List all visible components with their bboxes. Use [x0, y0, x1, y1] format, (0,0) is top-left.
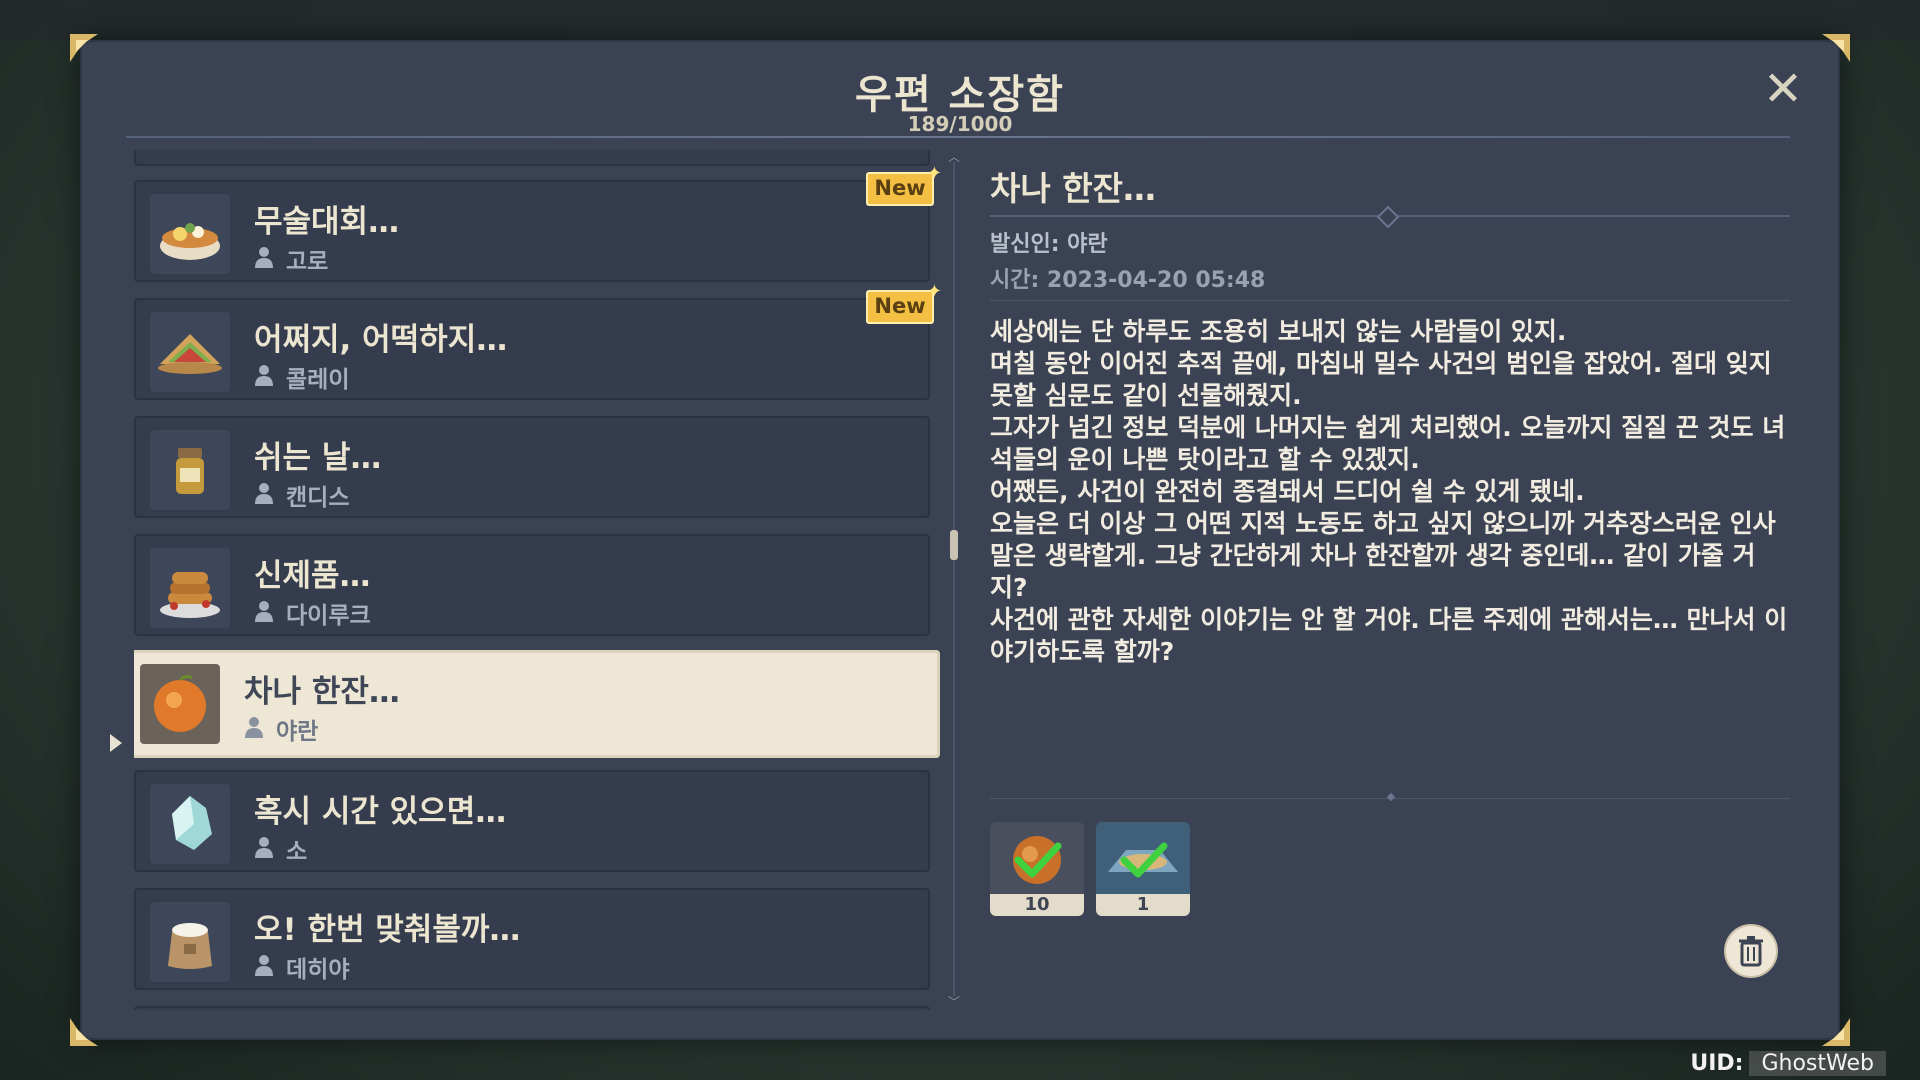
new-badge: New [866, 278, 942, 324]
list-item-selected[interactable]: 차나 한잔… 야란 [134, 650, 940, 758]
mail-count: 189/1000 [907, 112, 1013, 136]
detail-title: 차나 한잔… [990, 169, 1156, 208]
scroll-thumb[interactable] [950, 530, 958, 560]
list-item[interactable]: 혹시 시간 있으면… 소 [134, 770, 930, 872]
corner-ornament-icon [1818, 30, 1854, 66]
selection-arrow-icon [110, 734, 122, 752]
close-button[interactable]: ✕ [1758, 64, 1808, 114]
person-icon [245, 717, 263, 738]
detail-time: 시간: 2023-04-20 05:48 [990, 268, 1266, 293]
attachment-quantity: 1 [1096, 894, 1190, 916]
list-item[interactable]: 쉬는 날… 캔디스 [134, 416, 930, 518]
spice-jar-icon [150, 430, 230, 510]
wrap-sandwich-icon [150, 312, 230, 392]
mail-sender: 캔디스 [286, 485, 350, 511]
person-icon [255, 837, 273, 858]
mail-title: 차나 한잔… [244, 674, 400, 710]
list-item[interactable]: 어쩌지, 어떡하지… 콜레이 New [134, 278, 942, 400]
ramen-bowl-icon [150, 194, 230, 274]
attachment-item[interactable]: 10 [990, 822, 1084, 916]
corner-ornament-icon [1818, 1014, 1854, 1050]
person-icon [255, 483, 273, 504]
person-icon [255, 365, 273, 386]
mail-list-scrollbar[interactable]: ︿ ﹀ [948, 148, 960, 1010]
person-icon [255, 247, 273, 268]
pancake-stack-icon [150, 548, 230, 628]
mail-title: 혹시 시간 있으면… [254, 794, 507, 830]
mail-sender: 고로 [286, 249, 329, 275]
divider [990, 300, 1790, 301]
mail-title: 무술대회… [254, 204, 400, 240]
person-icon [255, 601, 273, 622]
mail-sender: 콜레이 [286, 367, 350, 393]
mail-list[interactable]: 무술대회… 고로 New 어쩌지, 어떡하지… 콜레이 New 쉬는 날… [134, 150, 952, 1010]
detail-sender: 발신인: 야란 [990, 232, 1108, 257]
chevron-down-icon: ﹀ [948, 995, 961, 1009]
mail-detail-pane: 차나 한잔… 발신인: 야란 시간: 2023-04-20 05:48 세상에는… [990, 150, 1790, 1010]
list-item-partial[interactable] [134, 150, 930, 166]
divider [990, 205, 1790, 229]
list-item[interactable]: 오! 한번 맞춰볼까… 데히야 [134, 888, 930, 990]
background-hud-strip [0, 0, 1920, 40]
flour-sack-icon [150, 902, 230, 982]
delete-button[interactable] [1726, 926, 1776, 976]
uid-display: UID: GhostWeb [1690, 1051, 1886, 1076]
corner-ornament-icon [66, 1014, 102, 1050]
attachment-item[interactable]: 1 [1096, 822, 1190, 916]
person-icon [255, 955, 273, 976]
mailbox-window: 우편 소장함 189/1000 ✕ 무술대회… 고로 New 어쩌지, 어떡하지… [80, 40, 1840, 1040]
corner-ornament-icon [66, 30, 102, 66]
trash-icon [1739, 936, 1763, 967]
mail-body: 세상에는 단 하루도 조용히 보내지 않는 사람들이 있지. 며칠 동안 이어진… [990, 317, 1788, 666]
uid-value: GhostWeb [1749, 1051, 1886, 1076]
crystal-chunk-icon [150, 784, 230, 864]
header-divider [126, 136, 1790, 138]
orange-fruit-icon [140, 664, 220, 744]
mail-sender: 다이루크 [286, 603, 371, 629]
mail-title: 오! 한번 맞춰볼까… [254, 912, 521, 948]
mail-sender: 야란 [276, 719, 319, 745]
mail-title: 쉬는 날… [254, 440, 382, 476]
list-item-partial[interactable] [134, 1006, 930, 1010]
list-item[interactable]: 무술대회… 고로 New [134, 160, 942, 282]
mail-title: 신제품… [254, 558, 371, 594]
mail-title: 어쩌지, 어떡하지… [254, 322, 508, 358]
list-item[interactable]: 신제품… 다이루크 [134, 534, 930, 636]
food-platter-icon [1108, 842, 1178, 878]
divider [990, 792, 1790, 802]
new-badge: New [866, 160, 942, 206]
orange-fruit-icon [1013, 836, 1062, 884]
uid-label: UID: [1690, 1051, 1744, 1076]
mail-sender: 소 [286, 839, 308, 865]
attachment-quantity: 10 [990, 894, 1084, 916]
mail-sender: 데히야 [286, 957, 350, 983]
